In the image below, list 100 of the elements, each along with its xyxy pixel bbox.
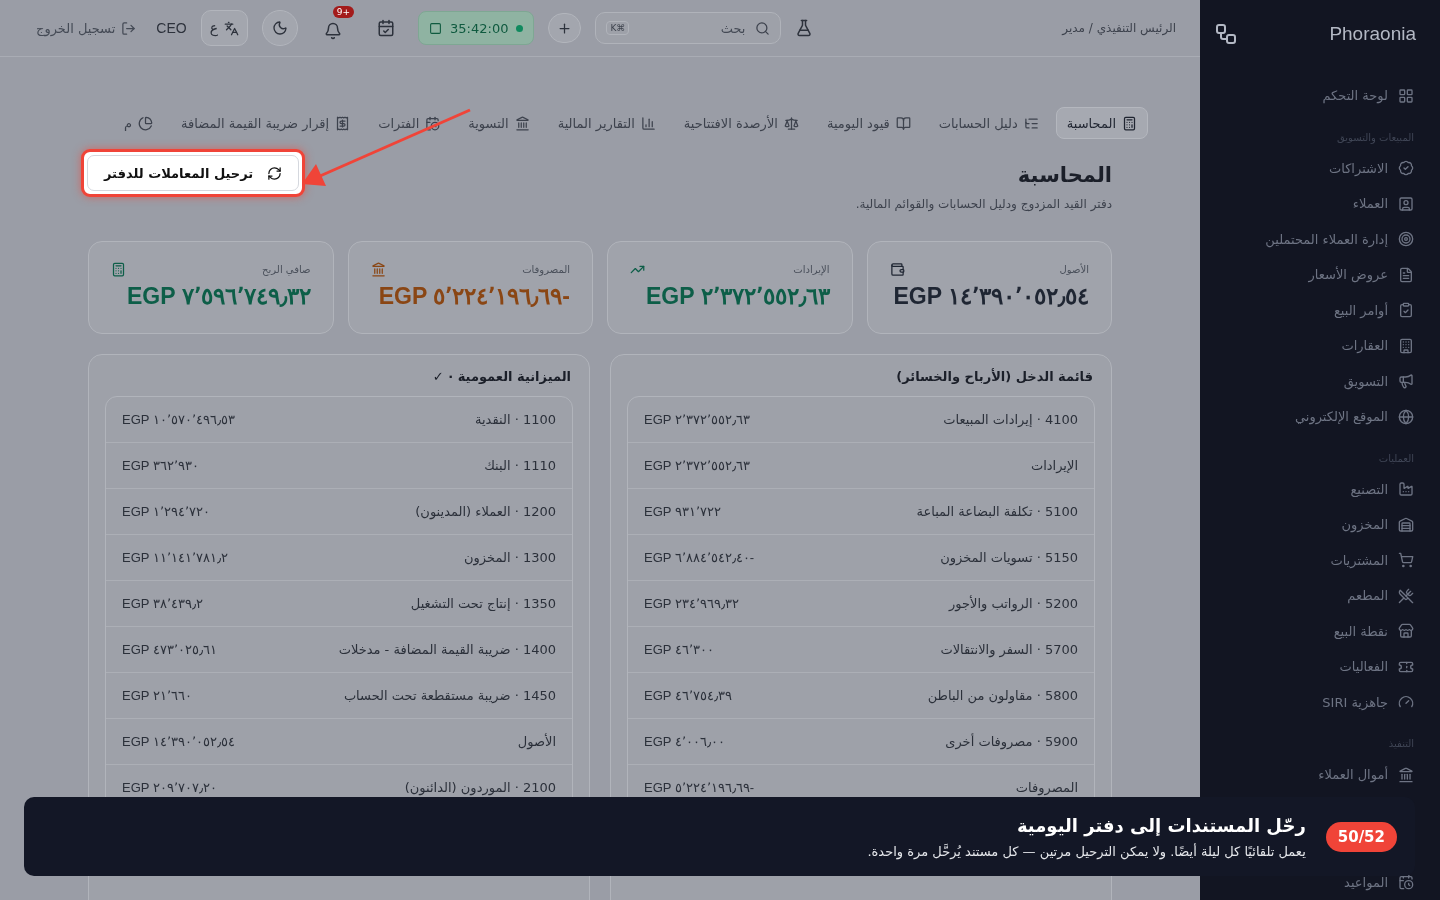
notifications-button[interactable]: +9 [312, 6, 355, 50]
user-role[interactable]: CEO [156, 20, 187, 36]
sidebar-item[interactable]: أموال العملاء [1200, 757, 1428, 793]
sidebar-item[interactable]: المشتريات [1200, 542, 1428, 578]
translate-icon [224, 20, 240, 36]
wallet-icon [889, 262, 905, 277]
account-name: الإيرادات [1030, 458, 1078, 473]
account-amount: EGP ١٬٢٩٤٬٧٢٠ [122, 504, 210, 519]
calendar-icon [377, 19, 396, 37]
stat-value: EGP ١٤٬٣٩٠٬٠٥٢٫٥٤ [892, 283, 1089, 310]
stat-label: الإيرادات [793, 264, 830, 275]
tab[interactable]: م [113, 107, 165, 139]
building-icon [1398, 337, 1414, 354]
target-icon [1398, 231, 1414, 248]
flask-icon[interactable] [795, 19, 814, 37]
bell-icon [324, 22, 343, 40]
brand-name: Phoraonia [1329, 23, 1416, 45]
tab[interactable]: التسوية [457, 107, 541, 139]
stat-label: الأصول [1059, 264, 1089, 275]
logout-button[interactable]: تسجيل الخروج [30, 19, 143, 37]
timer[interactable]: 35:42:00 [418, 11, 535, 45]
sidebar-item[interactable]: أوامر البيع [1200, 292, 1428, 328]
globe-icon [1398, 408, 1414, 425]
account-name: 1400 · ضريبة القيمة المضافة - مدخلات [338, 642, 556, 657]
warehouse-icon [1398, 516, 1414, 533]
search-input[interactable]: بحث [637, 19, 748, 37]
sidebar-item[interactable]: العملاء [1200, 186, 1428, 222]
scale-icon [783, 115, 799, 131]
contact-card-icon [1398, 195, 1414, 212]
logout-icon [121, 20, 137, 36]
account-name: 1200 · العملاء (المدينون) [415, 504, 556, 519]
theme-button[interactable] [262, 10, 299, 46]
breadcrumb: الرئيس التنفيذي / مدير [1062, 21, 1176, 35]
account-amount: EGP ٤٦٬٧٥٤٫٣٩ [644, 688, 732, 703]
sidebar-item[interactable]: المواعيد [1200, 864, 1428, 900]
receipt-icon [335, 115, 351, 131]
bank-icon [370, 262, 386, 277]
pie-chart-icon [138, 115, 154, 131]
panel-title: الميزانية العمومية · ✓ [431, 369, 571, 384]
account-name: 5700 · السفر والانتقالات [940, 642, 1078, 657]
stop-icon [429, 21, 443, 35]
clipboard-icon [1398, 302, 1414, 319]
sidebar-item[interactable]: إدارة العملاء المحتملين [1200, 221, 1428, 257]
book-icon [895, 115, 911, 131]
sidebar-item[interactable]: الفعاليات [1200, 649, 1428, 685]
tab[interactable]: قيود اليومية [815, 107, 922, 139]
bank-icon [514, 115, 530, 131]
sidebar-item[interactable]: الموقع الإلكتروني [1200, 399, 1428, 435]
account-name: 5150 · تسويات المخزون [940, 550, 1078, 565]
account-amount: EGP ٥٬٢٢٤٬١٩٦٫٦٩- [644, 780, 755, 795]
account-amount: EGP ٦٬٨٨٤٬٥٤٢٫٤٠- [644, 550, 755, 565]
logo-icon [1214, 22, 1238, 46]
account-name: 4100 · إيرادات المبيعات [943, 412, 1078, 427]
calendar-clock-icon [425, 115, 441, 131]
search-icon [755, 20, 771, 36]
tab[interactable]: التقارير المالية [546, 107, 667, 139]
step-counter: 50/52 [1325, 821, 1397, 852]
tour-text: يعمل تلقائيًا كل ليلة أيضًا. ولا يمكن الترحيل مرتين — كل مستند يُرحَّل مرة واحدة. [867, 843, 1306, 859]
shortcut-key: K⌘ [606, 21, 630, 35]
notification-badge: +9 [332, 6, 355, 18]
factory-icon [1398, 481, 1414, 498]
tab[interactable]: الأرصدة الافتتاحية [672, 107, 810, 139]
account-name: الأصول [517, 734, 556, 749]
page-subtitle: دفتر القيد المزدوج ودليل الحسابات والقوائم المالية. [855, 197, 1112, 211]
sidebar-item[interactable]: نقطة البيع [1200, 613, 1428, 649]
sidebar-item[interactable]: المطعم [1200, 578, 1428, 614]
sidebar-item[interactable]: جاهزية SIRI [1200, 684, 1428, 720]
sidebar-item[interactable]: التصنيع [1200, 471, 1428, 507]
stat-label: المصروفات [522, 264, 570, 275]
tab[interactable]: المحاسبة [1055, 107, 1148, 139]
language-button[interactable]: ع [200, 10, 249, 46]
account-name: 1300 · المخزون [464, 550, 556, 565]
tab[interactable]: دليل الحسابات [927, 107, 1050, 139]
account-amount: EGP ٤٬٠٠٦٫٠٠ [644, 734, 725, 749]
moon-icon [272, 20, 289, 36]
tab[interactable]: إقرار ضريبة القيمة المضافة [170, 107, 362, 139]
calculator-icon [111, 262, 126, 277]
document-icon [1398, 266, 1414, 283]
sidebar-item[interactable]: التسويق [1200, 363, 1428, 399]
sidebar-item[interactable]: عروض الأسعار [1200, 257, 1428, 293]
bank-icon [1398, 766, 1414, 783]
sidebar-item[interactable]: لوحة التحكم [1200, 78, 1428, 114]
account-amount: EGP ١٤٬٣٩٠٬٠٥٢٫٥٤ [122, 734, 235, 749]
stat-label: صافي الربح [262, 264, 311, 275]
tab[interactable]: الفترات [367, 107, 452, 139]
utensils-icon [1398, 587, 1414, 604]
account-amount: EGP ٢٣٤٬٩٦٩٫٣٢ [644, 596, 739, 611]
account-amount: EGP ٣٦٢٬٩٣٠ [122, 458, 199, 473]
account-name: 5900 · مصروفات أخرى [945, 734, 1078, 749]
sidebar-item[interactable]: الاشتراكات [1200, 150, 1428, 186]
stat-value: EGP ٧٬٥٩٦٬٧٤٩٫٣٢ [125, 283, 311, 310]
stat-value: EGP ٥٬٢٢٤٬١٩٦٫٦٩- [377, 283, 570, 310]
sidebar-item[interactable]: المخزون [1200, 507, 1428, 543]
account-name: 1450 · ضريبة مستقطعة تحت الحساب [343, 688, 556, 703]
sidebar-item[interactable]: العقارات [1200, 328, 1428, 364]
post-transactions-button[interactable]: ترحيل المعاملات للدفتر [87, 155, 300, 191]
megaphone-icon [1398, 373, 1414, 390]
status-dot [516, 24, 524, 32]
account-amount: EGP ٢٬٣٧٢٬٥٥٢٫٦٣ [644, 412, 750, 427]
bar-chart-icon [640, 115, 656, 131]
